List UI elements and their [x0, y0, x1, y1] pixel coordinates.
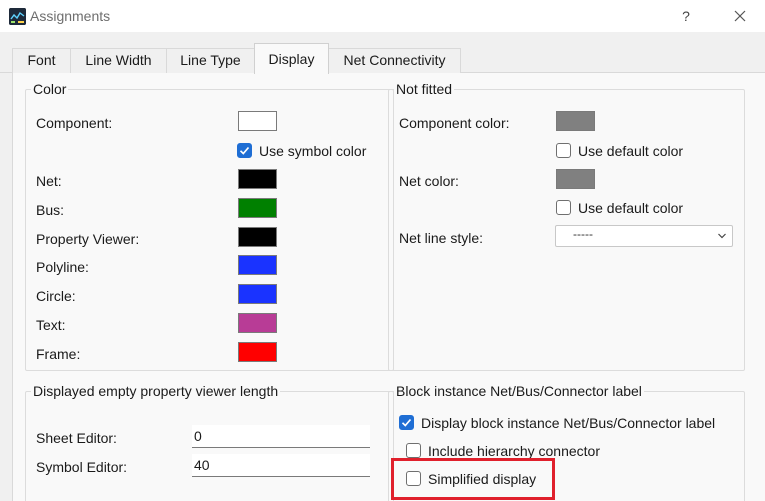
property-viewer-color-swatch[interactable]: [238, 227, 277, 247]
nf-net-color-label: Net color:: [399, 173, 459, 189]
frame-color-label: Frame:: [36, 346, 81, 362]
include-hierarchy-connector-label: Include hierarchy connector: [428, 443, 600, 459]
color-group: Color: [25, 81, 394, 371]
tab-line-type[interactable]: Line Type: [166, 48, 255, 73]
check-icon: [239, 146, 250, 155]
net-line-style-label: Net line style:: [399, 230, 484, 246]
nf-net-default-checkbox[interactable]: [556, 200, 571, 215]
use-symbol-color-label: Use symbol color: [259, 143, 367, 159]
color-group-title: Color: [31, 81, 69, 97]
component-label: Component:: [36, 115, 113, 131]
frame-color-swatch[interactable]: [238, 342, 277, 362]
nf-component-default-checkbox[interactable]: [556, 143, 571, 158]
net-line-style-dropdown[interactable]: -----: [555, 225, 733, 247]
help-button[interactable]: ?: [676, 6, 696, 26]
tab-font[interactable]: Font: [12, 48, 71, 73]
nf-net-color-swatch[interactable]: [556, 169, 595, 189]
block-instance-group-title: Block instance Net/Bus/Connector label: [394, 383, 644, 399]
polyline-color-label: Polyline:: [36, 259, 89, 275]
display-block-label-checkbox[interactable]: [399, 415, 414, 430]
sheet-editor-label: Sheet Editor:: [36, 430, 117, 446]
window-title: Assignments: [30, 8, 111, 24]
app-icon: [9, 8, 26, 25]
close-icon: [734, 10, 746, 22]
include-hierarchy-connector-checkbox[interactable]: [406, 443, 421, 458]
title-bar: Assignments ?: [0, 0, 765, 32]
text-color-swatch[interactable]: [238, 313, 277, 333]
circle-color-swatch[interactable]: [238, 284, 277, 304]
symbol-editor-label: Symbol Editor:: [36, 459, 128, 475]
text-color-label: Text:: [36, 317, 66, 333]
tab-line-width[interactable]: Line Width: [70, 48, 167, 73]
nf-net-default-label: Use default color: [578, 200, 684, 216]
highlight-box: [391, 458, 555, 500]
sheet-editor-input[interactable]: [192, 425, 370, 448]
bus-color-swatch[interactable]: [238, 198, 277, 218]
close-button[interactable]: [729, 5, 751, 27]
tab-strip: Font Line Width Line Type Display Net Co…: [0, 32, 765, 74]
nf-component-color-label: Component color:: [399, 115, 510, 131]
net-color-swatch[interactable]: [238, 169, 277, 189]
nf-component-default-label: Use default color: [578, 143, 684, 159]
polyline-color-swatch[interactable]: [238, 255, 277, 275]
display-tab-panel: Color Component: Use symbol color Net: B…: [12, 73, 765, 501]
tab-display[interactable]: Display: [254, 43, 329, 74]
empty-length-group-title: Displayed empty property viewer length: [31, 383, 281, 399]
circle-color-label: Circle:: [36, 288, 76, 304]
component-color-swatch[interactable]: [238, 111, 277, 131]
display-block-label-text: Display block instance Net/Bus/Connector…: [421, 415, 716, 431]
bus-color-label: Bus:: [36, 202, 65, 218]
symbol-editor-input[interactable]: [192, 454, 370, 477]
net-color-label: Net:: [36, 173, 62, 189]
not-fitted-group-title: Not fitted: [394, 81, 455, 97]
check-icon: [401, 418, 412, 427]
property-viewer-color-label: Property Viewer:: [36, 231, 140, 247]
chevron-down-icon: [718, 233, 726, 239]
dialog-client: Font Line Width Line Type Display Net Co…: [0, 32, 765, 501]
use-symbol-color-checkbox[interactable]: [237, 143, 252, 158]
nf-component-color-swatch[interactable]: [556, 111, 595, 131]
net-line-style-value: -----: [573, 227, 593, 241]
tab-net-connectivity[interactable]: Net Connectivity: [328, 48, 461, 73]
